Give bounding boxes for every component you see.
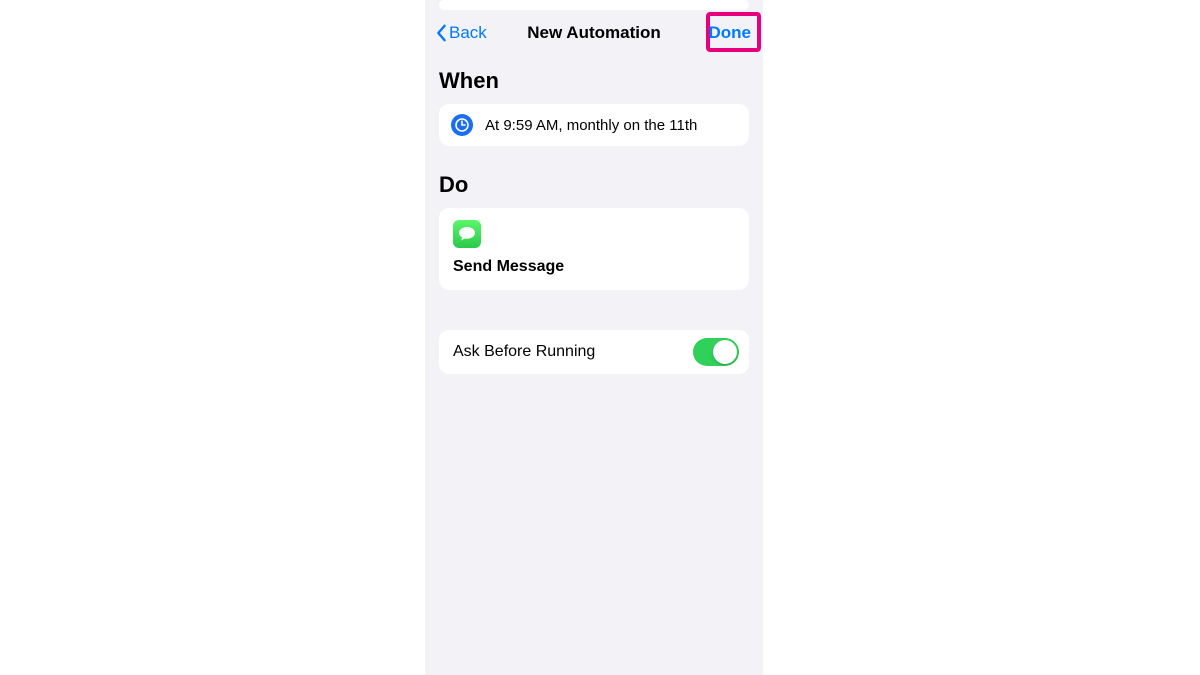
action-title: Send Message <box>453 258 735 276</box>
trigger-description: At 9:59 AM, monthly on the 11th <box>485 117 697 134</box>
modal-sheet-grip <box>425 0 763 14</box>
back-button[interactable]: Back <box>431 21 491 45</box>
ask-before-running-toggle[interactable] <box>693 338 739 366</box>
action-card[interactable]: Send Message <box>439 208 749 290</box>
ask-before-running-row: Ask Before Running <box>439 330 749 374</box>
content-area: When At 9:59 AM, monthly on the 11th Do … <box>425 58 763 675</box>
when-section-header: When <box>439 68 749 94</box>
messages-app-icon <box>453 220 481 248</box>
trigger-card[interactable]: At 9:59 AM, monthly on the 11th <box>439 104 749 146</box>
chevron-left-icon <box>435 24 447 42</box>
back-label: Back <box>449 23 487 43</box>
do-section-header: Do <box>439 172 749 198</box>
done-button[interactable]: Done <box>703 19 758 47</box>
phone-screen: Back New Automation Done When At 9:59 AM… <box>425 0 763 675</box>
clock-icon <box>451 114 473 136</box>
toggle-knob <box>713 340 737 364</box>
ask-before-running-label: Ask Before Running <box>453 343 595 361</box>
navigation-bar: Back New Automation Done <box>425 14 763 52</box>
